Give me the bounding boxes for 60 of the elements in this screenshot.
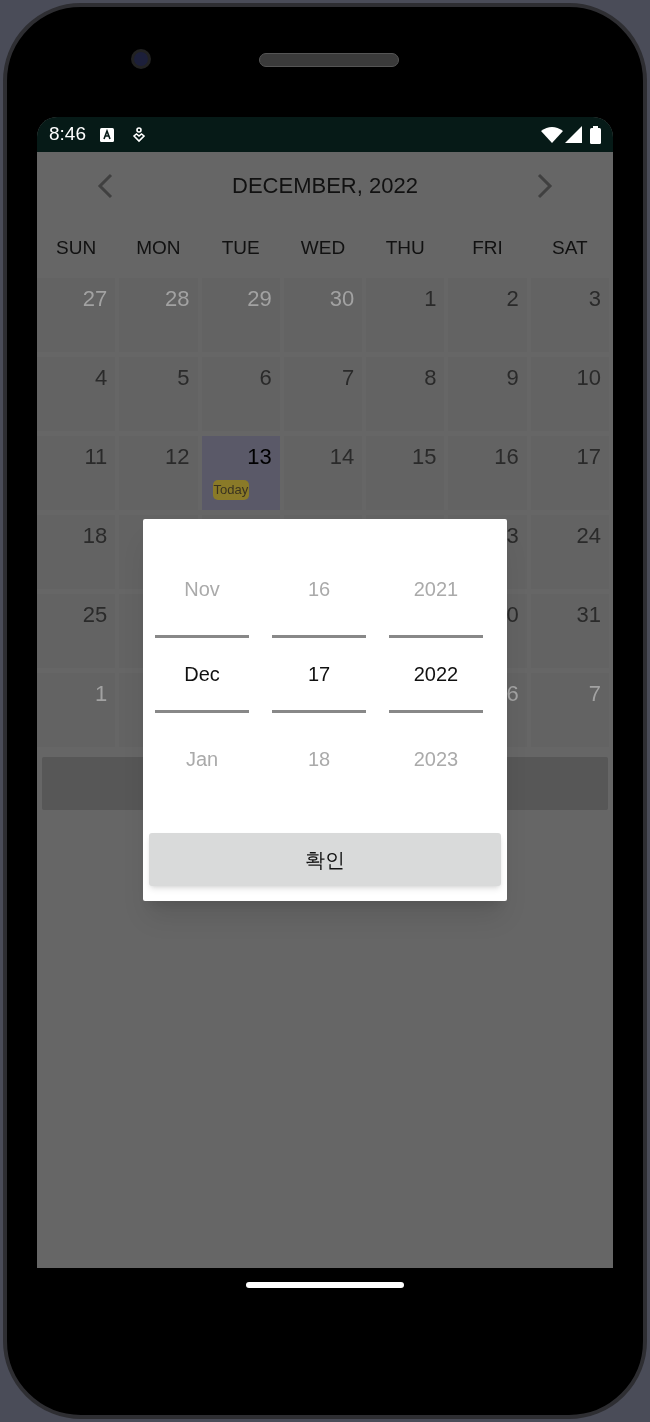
picker-item[interactable]: Nov xyxy=(155,543,249,635)
day-number: 12 xyxy=(165,446,190,468)
weekday-label: MON xyxy=(135,236,182,261)
signal-icon xyxy=(565,126,582,143)
weekday-label: WED xyxy=(299,236,347,261)
day-number: 15 xyxy=(411,446,437,468)
day-number: 9 xyxy=(506,367,519,389)
day-number: 18 xyxy=(82,525,108,547)
day-number: 24 xyxy=(576,525,601,547)
day-number: 8 xyxy=(424,367,437,389)
day-number: 27 xyxy=(82,288,108,310)
battery-icon xyxy=(590,125,601,144)
location-icon xyxy=(132,126,146,143)
day-number: 3 xyxy=(588,288,601,310)
day-number: 2 xyxy=(506,288,519,310)
confirm-button[interactable]: 확인 xyxy=(149,833,501,886)
weekday-label: SUN xyxy=(55,236,98,261)
day-number: 1 xyxy=(95,683,108,705)
day-number: 4 xyxy=(95,367,108,389)
day-cell[interactable]: 13 Today xyxy=(201,436,280,510)
picker-item[interactable]: 2021 xyxy=(389,543,483,635)
day-number: 29 xyxy=(247,288,272,310)
chevron-right-icon[interactable] xyxy=(537,172,553,199)
month-title: DECEMBER, 2022 xyxy=(232,172,418,200)
day-number: 6 xyxy=(259,367,272,389)
picker-item[interactable]: 18 xyxy=(272,713,366,805)
day-number: 16 xyxy=(494,446,519,468)
day-number: 28 xyxy=(165,288,190,310)
day-number: 10 xyxy=(576,367,601,389)
day-number: 11 xyxy=(84,446,108,468)
day-number: 0 xyxy=(506,604,519,626)
keyboard-icon xyxy=(100,127,114,142)
camera-icon xyxy=(131,49,151,69)
day-number: 30 xyxy=(329,288,355,310)
picker-item[interactable]: Dec xyxy=(155,635,249,713)
day-number: 17 xyxy=(576,446,601,468)
home-indicator[interactable] xyxy=(246,1282,404,1288)
picker-item[interactable]: 2022 xyxy=(389,635,483,713)
picker-item[interactable]: Jan xyxy=(155,713,249,805)
day-number: 1 xyxy=(424,288,437,310)
weekday-label: FRI xyxy=(471,236,504,261)
day-number: 13 xyxy=(247,446,272,468)
day-number: 7 xyxy=(341,367,355,389)
picker-item[interactable]: 2023 xyxy=(389,713,483,805)
day-number: 5 xyxy=(177,367,190,389)
day-number: 7 xyxy=(588,683,601,705)
weekday-label: TUE xyxy=(220,236,261,261)
picker-item[interactable]: 16 xyxy=(272,543,366,635)
day-number: 31 xyxy=(576,604,601,626)
weekday-label: THU xyxy=(384,236,426,261)
chevron-left-icon[interactable] xyxy=(97,172,113,199)
day-number: 14 xyxy=(329,446,355,468)
weekday-label: SAT xyxy=(551,236,589,261)
wifi-icon xyxy=(541,126,563,143)
day-number: 6 xyxy=(506,683,519,705)
today-badge: Today xyxy=(212,480,250,500)
day-number: 3 xyxy=(506,525,519,547)
status-time: 8:46 xyxy=(49,122,86,147)
day-number: 25 xyxy=(82,604,108,626)
picker-item[interactable]: 17 xyxy=(272,635,366,713)
